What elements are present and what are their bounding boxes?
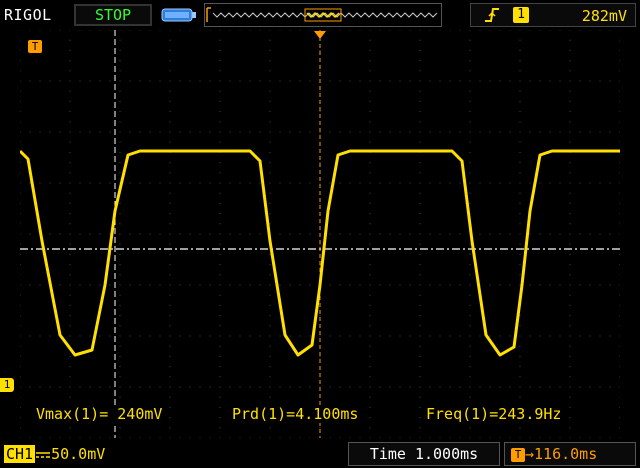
memory-timeline[interactable]	[204, 3, 442, 27]
status-bar: RIGOL STOP 1 282mV	[0, 0, 640, 30]
period-readout: Prd(1)=4.100ms	[230, 405, 361, 423]
waveform-display[interactable]	[20, 30, 620, 438]
trigger-level: 282mV	[581, 7, 627, 25]
memory-depth-icon	[158, 6, 198, 24]
trigger-offset-arrow: →	[525, 445, 535, 463]
dc-coupling-icon	[35, 448, 51, 462]
trigger-position-marker[interactable]: T	[28, 40, 42, 53]
brand-logo: RIGOL	[4, 6, 52, 24]
channel-1-scale[interactable]: CH1 50.0mV	[4, 445, 105, 463]
frequency-readout: Freq(1)=243.9Hz	[424, 405, 564, 423]
channel-tag: CH1	[4, 445, 36, 463]
trigger-status-panel[interactable]: 1 282mV	[470, 3, 636, 27]
vmax-readout: Vmax(1)= 240mV	[34, 405, 165, 423]
trigger-offset-value: 116.0ms	[534, 445, 598, 463]
trigger-offset-readout[interactable]: T →116.0ms	[504, 442, 636, 466]
rising-edge-icon	[483, 6, 501, 28]
trigger-source-badge: 1	[513, 7, 529, 23]
trigger-offset-arrow-icon	[313, 30, 327, 40]
timebase-readout[interactable]: Time 1.000ms	[348, 442, 500, 466]
run-stop-button[interactable]: STOP	[74, 4, 152, 26]
channel-1-ground-marker[interactable]: 1	[0, 378, 14, 392]
channel-scale-value: 50.0mV	[51, 445, 106, 463]
measurement-bar: Vmax(1)= 240mV Prd(1)=4.100ms Freq(1)=24…	[34, 405, 614, 425]
bottom-status-bar: CH1 50.0mV Time 1.000ms T →116.0ms	[0, 438, 640, 468]
trigger-offset-icon: T	[511, 447, 525, 462]
